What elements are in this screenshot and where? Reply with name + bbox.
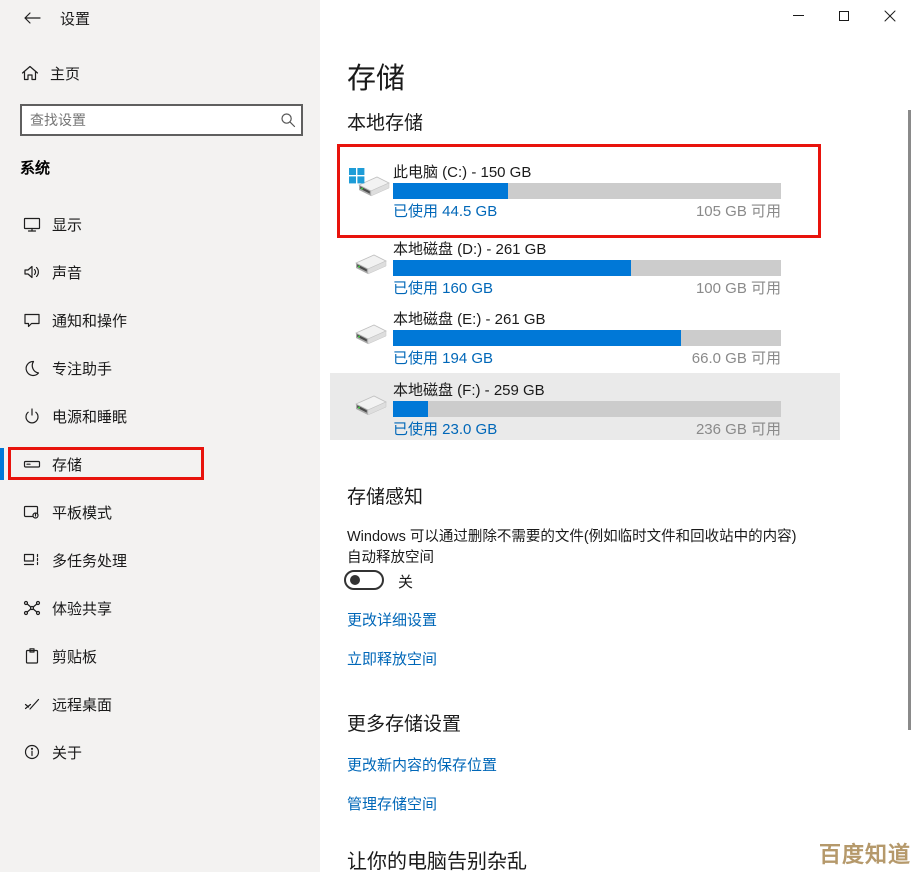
drive-icon (348, 314, 392, 350)
local-storage-heading: 本地存储 (347, 108, 423, 135)
sidebar-item-multitasking[interactable]: 多任务处理 (0, 540, 320, 580)
sidebar-item-remote-desktop[interactable]: 远程桌面 (0, 684, 320, 724)
storage-sense-heading: 存储感知 (347, 482, 423, 509)
drive-row-f[interactable]: 本地磁盘 (F:) - 259 GB 已使用 23.0 GB 236 GB 可用 (330, 373, 840, 440)
search-icon[interactable] (275, 111, 301, 129)
back-button[interactable] (14, 5, 50, 31)
storage-sense-toggle[interactable] (344, 570, 384, 590)
sidebar-item-clipboard[interactable]: 剪贴板 (0, 636, 320, 676)
sidebar-item-notifications[interactable]: 通知和操作 (0, 300, 320, 340)
drive-used-label: 已使用 44.5 GB (393, 203, 497, 221)
drive-icon (348, 244, 392, 280)
declutter-heading: 让你的电脑告别杂乱 (347, 845, 527, 872)
drive-name: 本地磁盘 (E:) - 261 GB (393, 311, 781, 329)
drive-row-d[interactable]: 本地磁盘 (D:) - 261 GB 已使用 160 GB 100 GB 可用 (330, 232, 840, 299)
sidebar-item-label: 主页 (50, 63, 80, 84)
sound-icon (20, 261, 44, 283)
sidebar-section-system: 系统 (20, 157, 50, 178)
drive-usage-fill (393, 183, 508, 199)
drive-icon (348, 385, 392, 421)
more-storage-settings-heading: 更多存储设置 (347, 709, 461, 736)
drive-usage-bar (393, 330, 781, 346)
drive-free-label: 100 GB 可用 (696, 280, 781, 298)
drive-usage-bar (393, 401, 781, 417)
home-icon (20, 63, 40, 83)
sidebar-item-power-sleep[interactable]: 电源和睡眠 (0, 396, 320, 436)
focus-assist-icon (20, 357, 44, 379)
drive-used-label: 已使用 23.0 GB (393, 421, 497, 439)
drive-row-c[interactable]: 此电脑 (C:) - 150 GB 已使用 44.5 GB 105 GB 可用 (330, 155, 840, 222)
display-icon (20, 213, 44, 235)
manage-storage-spaces-link[interactable]: 管理存储空间 (347, 793, 437, 814)
drive-name: 此电脑 (C:) - 150 GB (393, 164, 781, 182)
window-controls (775, 0, 913, 31)
storage-sense-description: Windows 可以通过删除不需要的文件(例如临时文件和回收站中的内容) 自动释… (347, 527, 807, 569)
notifications-icon (20, 309, 44, 331)
app-title: 设置 (60, 8, 90, 29)
shared-experiences-icon (20, 597, 44, 619)
sidebar: 设置 主页 系统 显示 声音 通知和操作 (0, 0, 320, 872)
minimize-button[interactable] (775, 0, 821, 31)
sidebar-item-home[interactable]: 主页 (0, 53, 320, 93)
drive-free-label: 66.0 GB 可用 (692, 350, 781, 368)
this-pc-drive-icon (348, 167, 392, 203)
drive-name: 本地磁盘 (F:) - 259 GB (393, 382, 781, 400)
settings-window: 设置 主页 系统 显示 声音 通知和操作 (0, 0, 913, 872)
close-icon (884, 10, 896, 22)
sidebar-item-focus-assist[interactable]: 专注助手 (0, 348, 320, 388)
sidebar-item-sound[interactable]: 声音 (0, 252, 320, 292)
drive-usage-fill (393, 260, 631, 276)
drive-usage-fill (393, 401, 428, 417)
multitasking-icon (20, 549, 44, 571)
sidebar-item-about[interactable]: 关于 (0, 732, 320, 772)
page-title: 存储 (347, 55, 405, 97)
scrollbar-thumb[interactable] (908, 110, 911, 730)
maximize-icon (839, 11, 849, 21)
maximize-button[interactable] (821, 0, 867, 31)
close-button[interactable] (867, 0, 913, 31)
search-input[interactable] (22, 112, 275, 128)
drive-row-e[interactable]: 本地磁盘 (E:) - 261 GB 已使用 194 GB 66.0 GB 可用 (330, 302, 840, 369)
clipboard-icon (20, 645, 44, 667)
selected-accent-bar (0, 448, 4, 480)
change-details-link[interactable]: 更改详细设置 (347, 609, 437, 630)
search-box (20, 104, 303, 136)
sidebar-item-display[interactable]: 显示 (0, 204, 320, 244)
free-space-now-link[interactable]: 立即释放空间 (347, 648, 437, 669)
drive-used-label: 已使用 194 GB (393, 350, 493, 368)
power-icon (20, 405, 44, 427)
storage-icon (20, 453, 44, 475)
drive-free-label: 105 GB 可用 (696, 203, 781, 221)
remote-desktop-icon (20, 693, 44, 715)
toggle-knob (350, 575, 360, 585)
drive-usage-bar (393, 183, 781, 199)
sidebar-item-storage[interactable]: 存储 (0, 444, 320, 484)
sidebar-item-tablet-mode[interactable]: 平板模式 (0, 492, 320, 532)
sidebar-item-shared-experiences[interactable]: 体验共享 (0, 588, 320, 628)
sidebar-nav: 显示 声音 通知和操作 专注助手 电源和睡眠 存储 (0, 204, 320, 780)
tablet-mode-icon (20, 501, 44, 523)
drive-used-label: 已使用 160 GB (393, 280, 493, 298)
drive-free-label: 236 GB 可用 (696, 421, 781, 439)
change-save-location-link[interactable]: 更改新内容的保存位置 (347, 754, 497, 775)
about-icon (20, 741, 44, 763)
minimize-icon (793, 15, 804, 16)
drive-usage-bar (393, 260, 781, 276)
watermark: 百度知道 (819, 837, 911, 869)
drive-usage-fill (393, 330, 681, 346)
toggle-state-label: 关 (398, 571, 413, 592)
drive-name: 本地磁盘 (D:) - 261 GB (393, 241, 781, 259)
back-arrow-icon (22, 10, 42, 26)
